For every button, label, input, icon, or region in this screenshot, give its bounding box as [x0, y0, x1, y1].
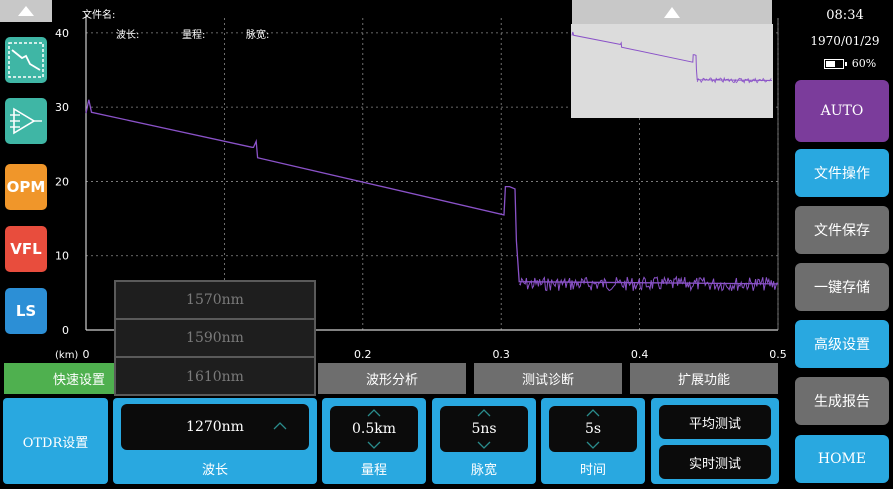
range-label: 量程	[360, 463, 387, 478]
wavelength-option[interactable]: 1570nm	[116, 282, 314, 320]
battery-icon	[823, 58, 847, 69]
chevron-up-icon[interactable]	[367, 409, 381, 417]
filename-label: 文件名:	[82, 8, 115, 21]
y-tick-label: 0	[62, 324, 69, 337]
noise-floor	[518, 275, 778, 292]
x-tick-label: 0.5	[769, 348, 787, 361]
test-mode-panel: 平均测试 实时测试	[651, 398, 779, 484]
y-tick-label: 10	[55, 250, 69, 263]
vfl-button[interactable]: VFL	[5, 226, 47, 272]
x-unit-label: (km)	[55, 350, 78, 361]
pulse-stepper[interactable]: 5ns	[440, 406, 528, 452]
file-save-button[interactable]: 文件保存	[795, 206, 889, 254]
file-operation-button[interactable]: 文件操作	[795, 149, 889, 197]
pulse-label: 脉宽	[470, 463, 497, 478]
wavelength-option[interactable]: 1610nm	[116, 358, 314, 396]
time-value: 5s	[584, 421, 602, 437]
wavelength-value: 1270nm	[186, 419, 244, 435]
x-tick-label: 0	[83, 348, 90, 361]
chevron-down-icon[interactable]	[477, 441, 491, 449]
time-label: 时间	[579, 463, 606, 478]
range-stepper[interactable]: 0.5km	[330, 406, 418, 452]
overview-window	[571, 24, 773, 118]
triangle-up-icon	[18, 6, 34, 16]
wavelength-option[interactable]: 1590nm	[116, 320, 314, 358]
date: 1970/01/29	[810, 34, 880, 48]
otdr-settings-label: OTDR设置	[22, 435, 89, 451]
chevron-up-icon	[273, 422, 287, 430]
x-tick-label: 0.3	[492, 348, 510, 361]
x-tick-label: 0.4	[631, 348, 649, 361]
home-button[interactable]: HOME	[795, 435, 889, 483]
tab-test-diagnosis[interactable]: 测试诊断	[474, 363, 622, 394]
trace-line	[85, 99, 779, 285]
one-key-save-button[interactable]: 一键存储	[795, 263, 889, 311]
trace-view-button[interactable]	[5, 37, 47, 83]
tab-extended-functions[interactable]: 扩展功能	[630, 363, 778, 394]
average-test-button[interactable]: 平均测试	[659, 405, 771, 439]
y-tick-label: 40	[55, 27, 69, 40]
range-panel: 0.5km 量程	[322, 398, 426, 484]
clock: 08:34	[826, 8, 864, 23]
pulse-info-label: 脉宽:	[246, 28, 269, 41]
range-info-label: 量程:	[182, 29, 205, 41]
trace-icon	[8, 42, 44, 78]
range-value: 0.5km	[351, 421, 397, 437]
wavelength-label: 波长	[201, 463, 228, 478]
wavelength-select[interactable]: 1270nm	[121, 404, 309, 450]
chevron-up-icon[interactable]	[477, 409, 491, 417]
time-panel: 5s 时间	[541, 398, 645, 484]
x-tick-label: 0.2	[354, 348, 372, 361]
chevron-up-icon[interactable]	[586, 409, 600, 417]
realtime-test-button[interactable]: 实时测试	[659, 445, 771, 479]
time-stepper[interactable]: 5s	[549, 406, 637, 452]
opm-button[interactable]: OPM	[5, 164, 47, 210]
event-map-button[interactable]	[5, 98, 47, 144]
auto-button[interactable]: AUTO	[795, 80, 889, 142]
ls-button[interactable]: LS	[5, 288, 47, 334]
wavelength-panel: 1270nm 波长	[113, 398, 317, 484]
y-tick-label: 20	[55, 175, 69, 188]
battery-percent: 60%	[851, 57, 877, 70]
chevron-down-icon[interactable]	[367, 441, 381, 449]
advanced-settings-button[interactable]: 高级设置	[795, 320, 889, 368]
battery-indicator: 60%	[806, 57, 893, 70]
chevron-down-icon[interactable]	[586, 441, 600, 449]
wavelength-info-label: 波长:	[116, 28, 139, 41]
pulse-panel: 5ns 脉宽	[432, 398, 536, 484]
otdr-settings-button[interactable]: OTDR设置	[3, 398, 108, 484]
event-map-icon	[10, 107, 42, 135]
pulse-value: 5ns	[471, 421, 497, 437]
collapse-button[interactable]	[0, 0, 52, 22]
wavelength-dropdown: 1570nm 1590nm 1610nm	[114, 280, 316, 396]
generate-report-button[interactable]: 生成报告	[795, 377, 889, 425]
opm-label: OPM	[6, 178, 46, 196]
y-tick-label: 30	[55, 101, 69, 114]
vfl-label: VFL	[10, 240, 42, 258]
ls-label: LS	[15, 302, 37, 320]
tab-waveform-analysis[interactable]: 波形分析	[318, 363, 466, 394]
